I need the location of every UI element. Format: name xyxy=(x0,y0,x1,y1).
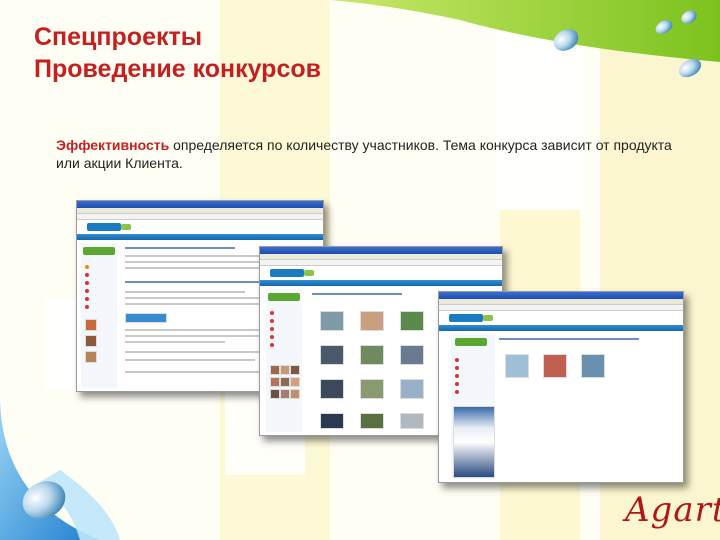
title-line-2: Проведение конкурсов xyxy=(34,55,321,83)
site-logo xyxy=(87,223,121,231)
sidebar xyxy=(266,289,302,432)
sidebar xyxy=(451,334,495,479)
site-logo xyxy=(270,269,304,277)
title-line-1: Спецпроекты xyxy=(34,23,203,51)
contest-entries-screenshot xyxy=(438,291,684,483)
page-title: Спецпроекты Проведение конкурсов xyxy=(34,21,321,85)
brand-logo: Agarty xyxy=(625,490,720,530)
description-highlight: Эффективность xyxy=(56,137,170,153)
sidebar xyxy=(81,243,117,388)
site-logo xyxy=(449,314,483,322)
description: Эффективность определяется по количеству… xyxy=(56,136,681,172)
ad-banner xyxy=(453,406,495,478)
